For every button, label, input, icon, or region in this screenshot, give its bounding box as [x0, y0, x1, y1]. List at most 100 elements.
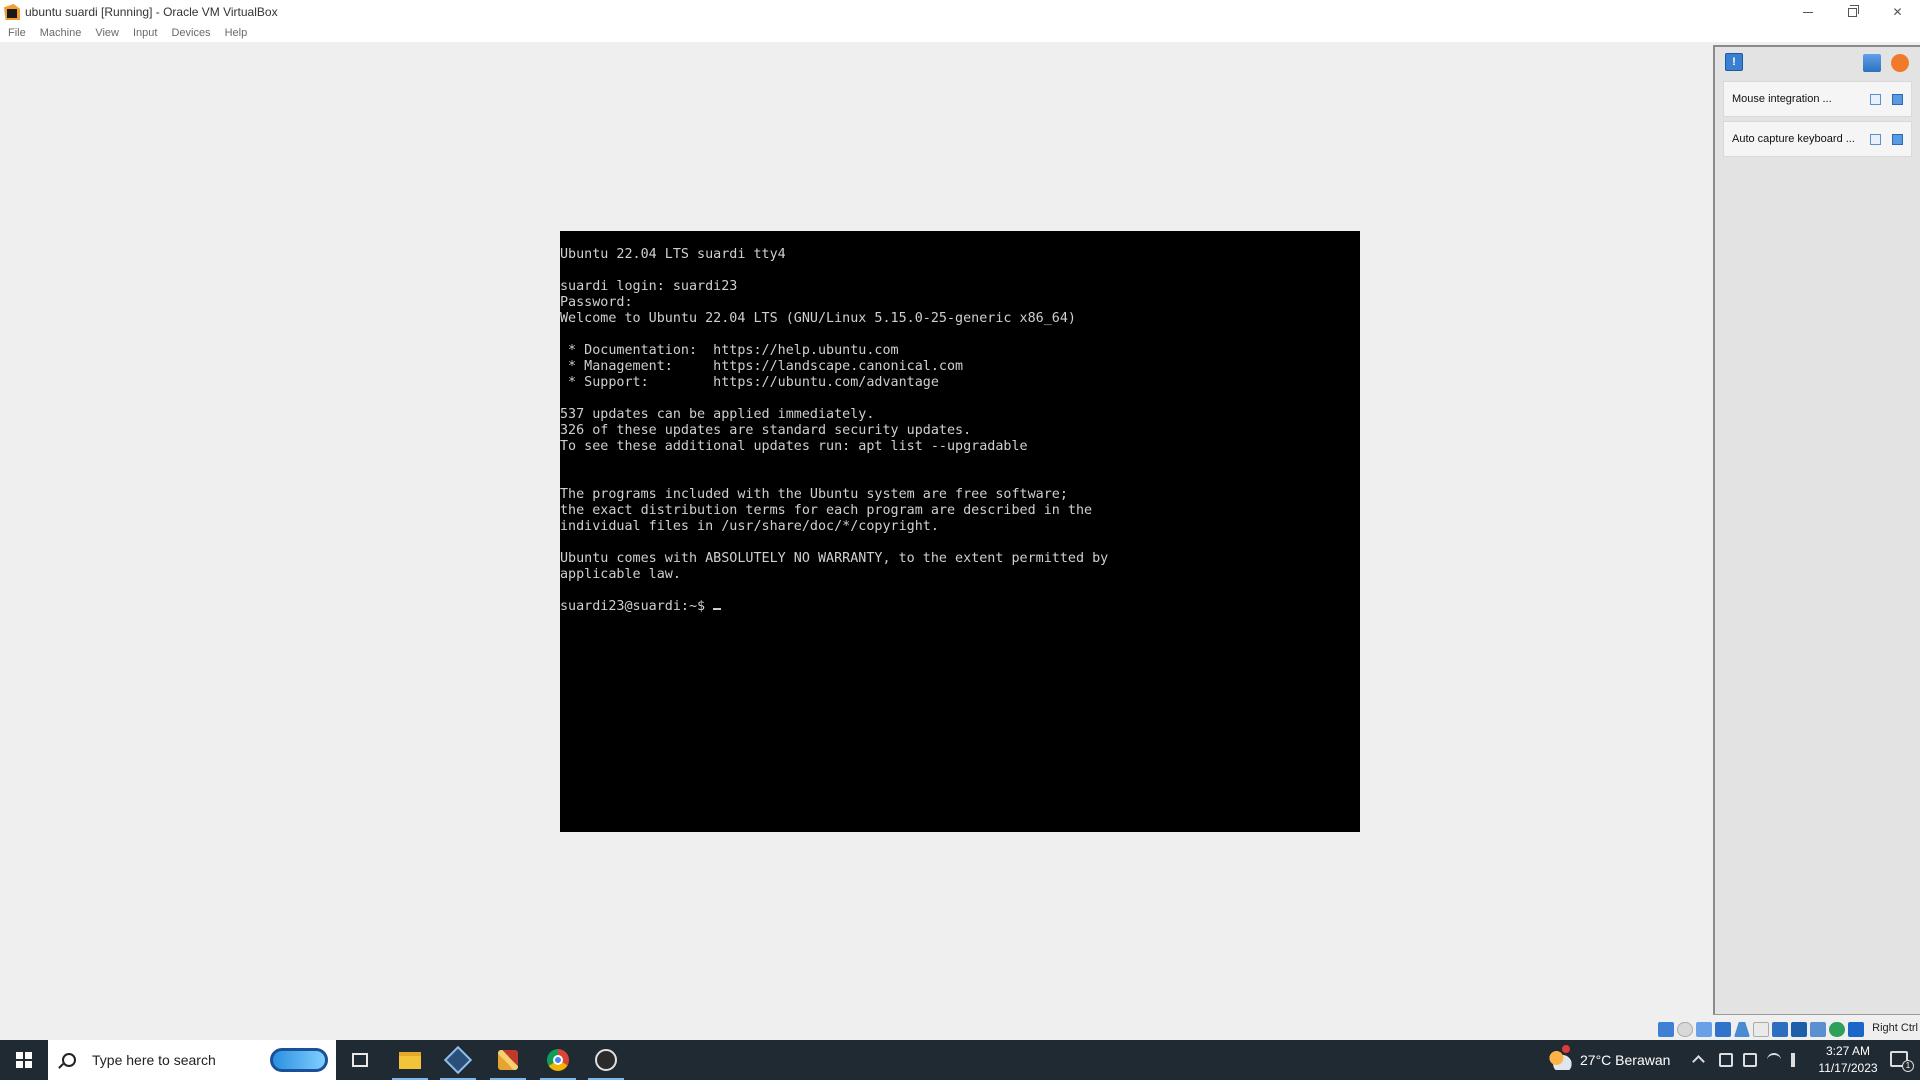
chrome-icon — [547, 1049, 569, 1071]
wifi-icon[interactable] — [1767, 1053, 1781, 1067]
minimize-button[interactable] — [1785, 0, 1830, 24]
taskbar-tools-app[interactable] — [484, 1040, 532, 1080]
terminal-line: 326 of these updates are standard securi… — [560, 423, 972, 438]
audio-icon[interactable] — [1696, 1022, 1712, 1037]
notification-mouse-integration[interactable]: Mouse integration ... — [1723, 81, 1912, 117]
recording-icon[interactable] — [1791, 1022, 1807, 1037]
volume-muted-icon[interactable] — [1791, 1053, 1799, 1067]
close-notification-icon[interactable] — [1892, 94, 1903, 105]
notification-panel-header: ! — [1715, 47, 1920, 79]
search-box[interactable]: Type here to search — [48, 1040, 336, 1080]
search-icon — [62, 1053, 76, 1067]
terminal-line: Password: — [560, 295, 633, 310]
weather-widget[interactable]: 27°C Berawan — [1580, 1052, 1670, 1068]
terminal-line: the exact distribution terms for each pr… — [560, 503, 1093, 518]
notification-auto-capture-keyboard[interactable]: Auto capture keyboard ... — [1723, 121, 1912, 157]
usb-icon[interactable] — [1734, 1022, 1750, 1037]
obs-icon — [595, 1049, 617, 1071]
show-hidden-icons-chevron-icon[interactable] — [1692, 1055, 1705, 1068]
windows-logo-icon — [16, 1052, 32, 1068]
sort-notifications-icon[interactable] — [1863, 54, 1881, 72]
terminal-line: 537 updates can be applied immediately. — [560, 407, 875, 422]
terminal-line: Ubuntu comes with ABSOLUTELY NO WARRANTY… — [560, 551, 1109, 566]
search-input[interactable]: Type here to search — [92, 1052, 216, 1068]
terminal-line: Ubuntu 22.04 LTS suardi tty4 — [560, 247, 786, 262]
terminal-line: * Management: https://landscape.canonica… — [560, 359, 964, 374]
file-explorer-icon — [399, 1051, 421, 1069]
taskbar-virtualbox[interactable] — [434, 1040, 482, 1080]
terminal-line: individual files in /usr/share/doc/*/cop… — [560, 519, 939, 534]
do-not-show-again-icon[interactable] — [1870, 94, 1881, 105]
taskbar: Type here to search 27°C Berawan 3:27 AM… — [0, 1040, 1920, 1080]
terminal-line: * Documentation: https://help.ubuntu.com — [560, 343, 899, 358]
host-key-label[interactable]: Right Ctrl — [1872, 1022, 1918, 1034]
terminal-lines: Ubuntu 22.04 LTS suardi tty4 suardi logi… — [560, 247, 1360, 599]
menu-file[interactable]: File — [2, 27, 32, 39]
terminal-line: To see these additional updates run: apt… — [560, 439, 1028, 454]
title-bar: ubuntu suardi [Running] - Oracle VM Virt… — [0, 0, 1920, 24]
weather-alert-badge — [1562, 1045, 1570, 1053]
close-button[interactable]: ✕ — [1875, 0, 1920, 24]
network-icon[interactable] — [1715, 1022, 1731, 1037]
notification-text: Mouse integration ... — [1732, 93, 1832, 105]
optical-drive-icon[interactable] — [1677, 1022, 1693, 1037]
menu-devices[interactable]: Devices — [165, 27, 216, 39]
meet-now-icon[interactable] — [1719, 1053, 1733, 1067]
restore-icon — [1848, 4, 1859, 17]
menu-bar: File Machine View Input Devices Help — [0, 24, 1920, 42]
clock-date: 11/17/2023 — [1818, 1061, 1878, 1075]
notification-center-panel: ! Mouse integration ... Auto capture key… — [1713, 45, 1920, 1015]
restore-button[interactable] — [1830, 0, 1875, 24]
menu-machine[interactable]: Machine — [34, 27, 88, 39]
clear-notifications-icon[interactable] — [1891, 54, 1909, 72]
tools-app-icon — [498, 1050, 518, 1070]
taskbar-chrome[interactable] — [534, 1040, 582, 1080]
notification-count-badge: 1 — [1902, 1060, 1914, 1072]
cpu-icon[interactable] — [1810, 1022, 1826, 1037]
security-icon[interactable] — [1743, 1053, 1757, 1067]
notification-text: Auto capture keyboard ... — [1732, 133, 1855, 145]
menu-help[interactable]: Help — [219, 27, 254, 39]
vm-screen[interactable]: Ubuntu 22.04 LTS suardi tty4 suardi logi… — [560, 231, 1360, 832]
display-icon[interactable] — [1772, 1022, 1788, 1037]
menu-input[interactable]: Input — [127, 27, 163, 39]
notification-alert-icon[interactable]: ! — [1725, 53, 1743, 71]
minimize-icon — [1802, 11, 1813, 13]
vm-status-bar: Right Ctrl — [0, 1019, 1920, 1040]
vm-display-area[interactable]: Ubuntu 22.04 LTS suardi tty4 suardi logi… — [0, 42, 1712, 1028]
hard-disk-icon[interactable] — [1658, 1022, 1674, 1037]
terminal-line: suardi login: suardi23 — [560, 279, 738, 294]
keyboard-capture-icon[interactable] — [1848, 1022, 1864, 1037]
task-view-icon — [352, 1053, 368, 1067]
terminal-line: The programs included with the Ubuntu sy… — [560, 487, 1068, 502]
do-not-show-again-icon[interactable] — [1870, 134, 1881, 145]
window-title: ubuntu suardi [Running] - Oracle VM Virt… — [25, 5, 278, 19]
clock[interactable]: 3:27 AM 11/17/2023 — [1808, 1043, 1888, 1077]
search-highlight-icon[interactable] — [270, 1048, 328, 1072]
mouse-integration-icon[interactable] — [1829, 1022, 1845, 1037]
terminal-output[interactable]: Ubuntu 22.04 LTS suardi tty4 suardi logi… — [560, 247, 1360, 615]
shared-folders-icon[interactable] — [1753, 1022, 1769, 1037]
clock-time: 3:27 AM — [1825, 1044, 1871, 1058]
task-view-button[interactable] — [336, 1040, 384, 1080]
virtualbox-icon — [443, 1045, 473, 1075]
status-icons — [1658, 1022, 1864, 1037]
window-controls: ✕ — [1785, 0, 1920, 24]
terminal-line: Welcome to Ubuntu 22.04 LTS (GNU/Linux 5… — [560, 311, 1076, 326]
taskbar-obs[interactable] — [582, 1040, 630, 1080]
close-icon: ✕ — [1892, 5, 1903, 19]
weather-icon[interactable] — [1548, 1050, 1572, 1070]
taskbar-file-explorer[interactable] — [386, 1040, 434, 1080]
virtualbox-app-icon — [4, 4, 20, 20]
terminal-line: applicable law. — [560, 567, 681, 582]
start-button[interactable] — [0, 1040, 48, 1080]
close-notification-icon[interactable] — [1892, 134, 1903, 145]
menu-view[interactable]: View — [89, 27, 125, 39]
terminal-line: * Support: https://ubuntu.com/advantage — [560, 375, 939, 390]
